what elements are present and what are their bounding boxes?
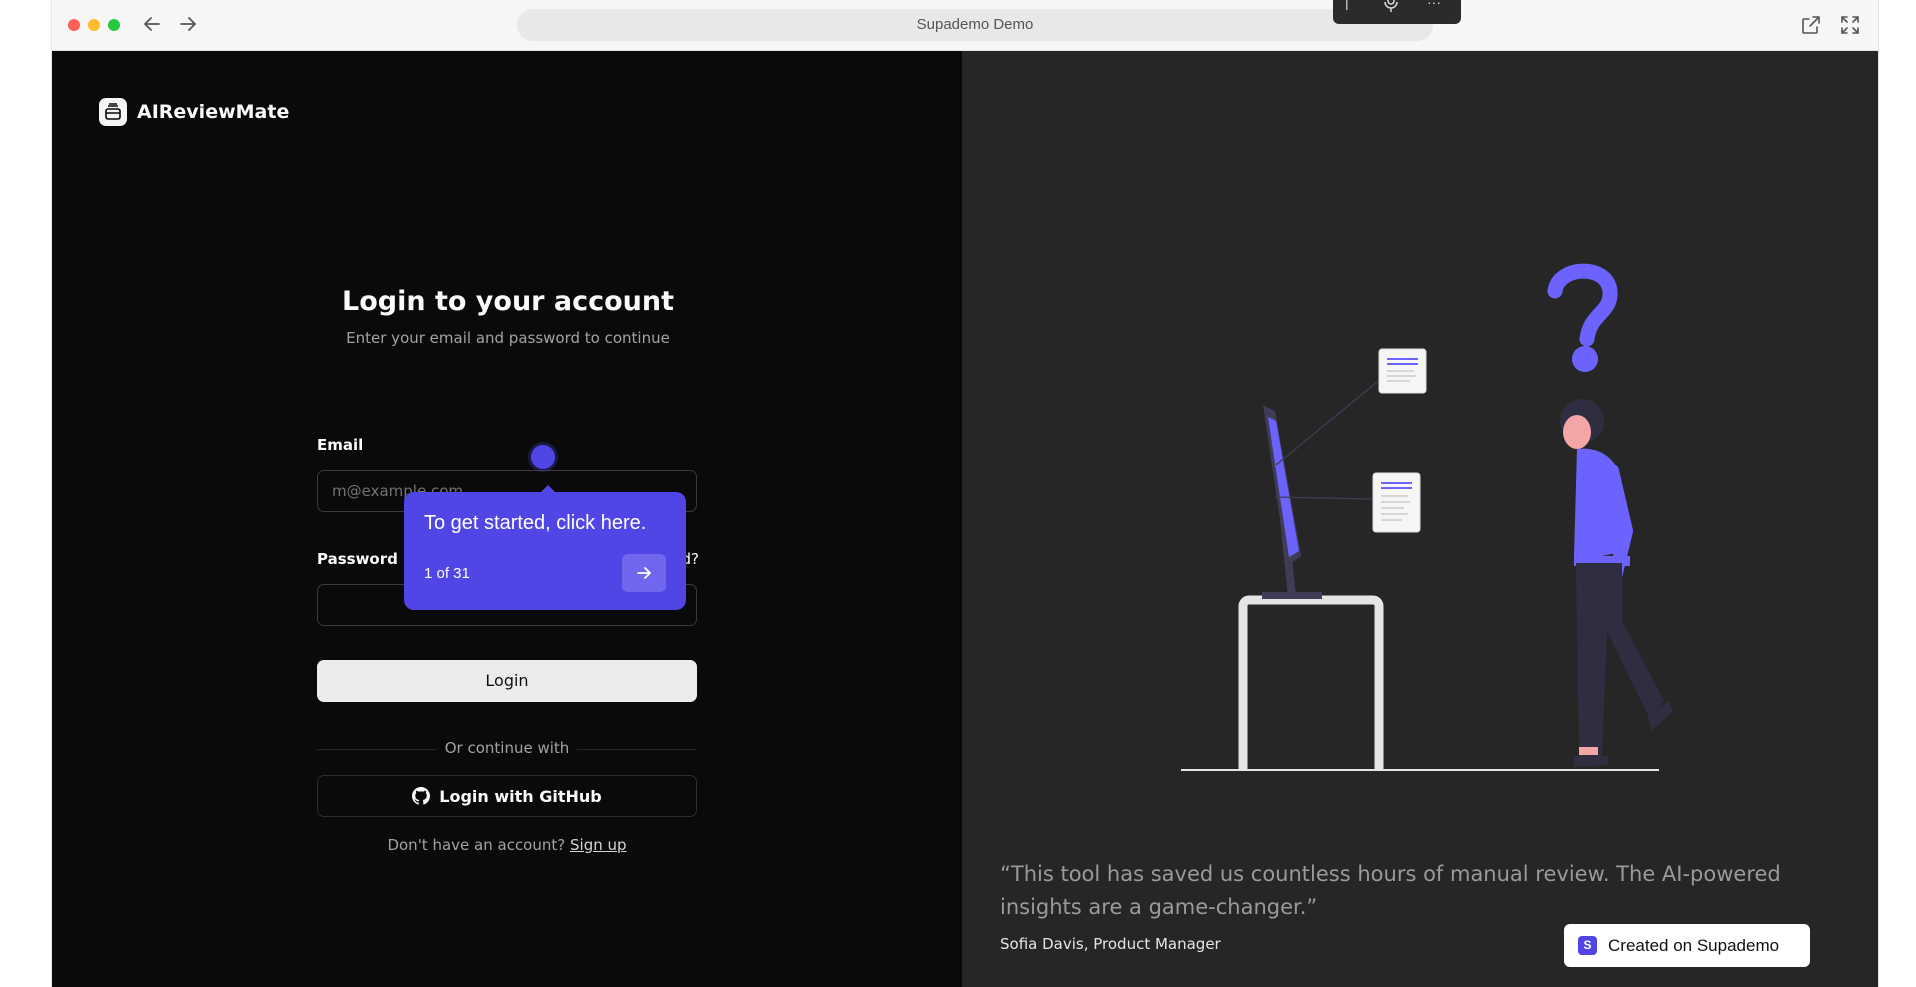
- testimonial-quote: “This tool has saved us countless hours …: [1000, 862, 1781, 919]
- tour-hotspot[interactable]: [531, 445, 555, 469]
- arrow-right-icon: [637, 567, 651, 579]
- github-icon: [412, 787, 431, 805]
- brand-logo-icon: [99, 98, 127, 126]
- step-counter: 1 of 31: [424, 565, 470, 582]
- signup-row: Don't have an account? Sign up: [317, 836, 697, 854]
- github-login-button[interactable]: Login with GitHub: [317, 775, 697, 817]
- signup-link[interactable]: Sign up: [570, 836, 627, 854]
- microphone-icon[interactable]: [1383, 0, 1399, 15]
- back-arrow-icon[interactable]: [140, 12, 164, 36]
- divider-line-right: [577, 749, 697, 750]
- badge-label: Created on Supademo: [1608, 935, 1780, 955]
- testimonial-author: Sofia Davis, Product Manager: [1000, 935, 1221, 953]
- browser-window: Supademo Demo | ··· AIReviewMate Login t…: [51, 0, 1879, 987]
- login-panel: AIReviewMate Login to your account Enter…: [52, 51, 962, 987]
- brand-name: AIReviewMate: [137, 101, 290, 123]
- signup-prompt: Don't have an account?: [387, 836, 566, 854]
- page-subtitle: Enter your email and password to continu…: [346, 329, 670, 347]
- confused-person-illustration: [1181, 263, 1673, 771]
- close-window-button[interactable]: [68, 19, 80, 31]
- forward-arrow-icon[interactable]: [176, 12, 200, 36]
- login-button[interactable]: Login: [317, 660, 697, 702]
- supademo-logo-icon: S: [1578, 936, 1597, 955]
- recorder-toolbar[interactable]: | ···: [1333, 0, 1461, 24]
- open-external-icon[interactable]: [1799, 13, 1823, 37]
- github-button-label: Login with GitHub: [439, 786, 602, 806]
- divider-text: Or continue with: [444, 739, 570, 757]
- minimize-window-button[interactable]: [88, 19, 100, 31]
- next-step-button[interactable]: [622, 554, 666, 592]
- page-title: Login to your account: [341, 286, 675, 317]
- supademo-badge[interactable]: S Created on Supademo: [1564, 924, 1810, 967]
- brand[interactable]: AIReviewMate: [99, 98, 289, 126]
- password-label: Password: [317, 550, 398, 568]
- illustration-panel: “This tool has saved us countless hours …: [962, 51, 1878, 987]
- maximize-window-button[interactable]: [108, 19, 120, 31]
- tooltip-text: To get started, click here.: [424, 512, 647, 534]
- divider: Or continue with: [317, 739, 697, 759]
- login-form: Login to your account Enter your email a…: [317, 286, 699, 854]
- browser-toolbar: Supademo Demo | ···: [52, 0, 1878, 51]
- pipe-icon: |: [1345, 0, 1349, 10]
- email-label: Email: [317, 436, 364, 454]
- tour-tooltip: To get started, click here. 1 of 31: [404, 492, 686, 610]
- address-bar[interactable]: Supademo Demo: [517, 9, 1433, 41]
- fullscreen-icon[interactable]: [1838, 13, 1862, 37]
- more-icon[interactable]: ···: [1427, 0, 1441, 10]
